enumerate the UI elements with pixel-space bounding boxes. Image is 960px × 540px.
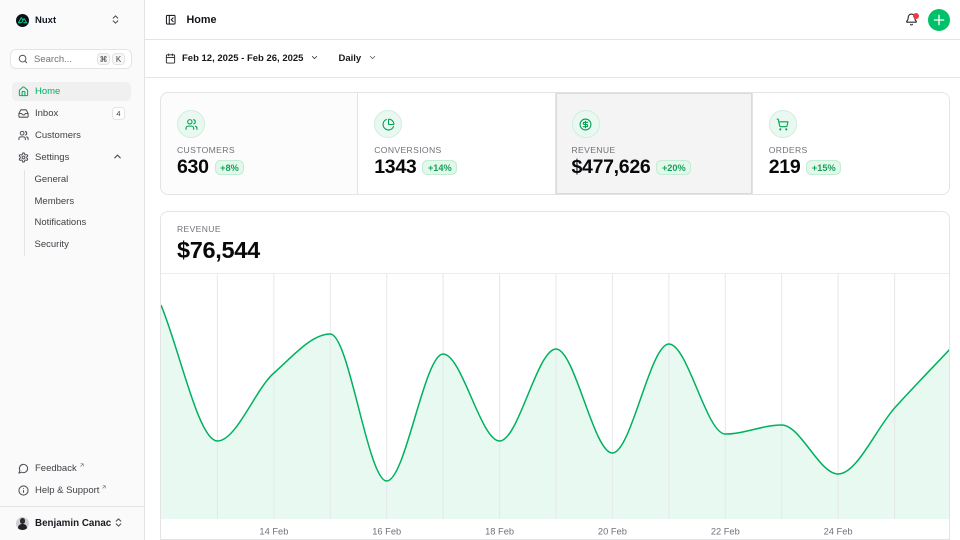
svg-text:24 Feb: 24 Feb [824,527,853,537]
svg-text:14 Feb: 14 Feb [259,527,288,537]
svg-text:20 Feb: 20 Feb [598,527,627,537]
svg-text:22 Feb: 22 Feb [711,527,740,537]
svg-text:18 Feb: 18 Feb [485,527,514,537]
svg-text:16 Feb: 16 Feb [372,527,401,537]
